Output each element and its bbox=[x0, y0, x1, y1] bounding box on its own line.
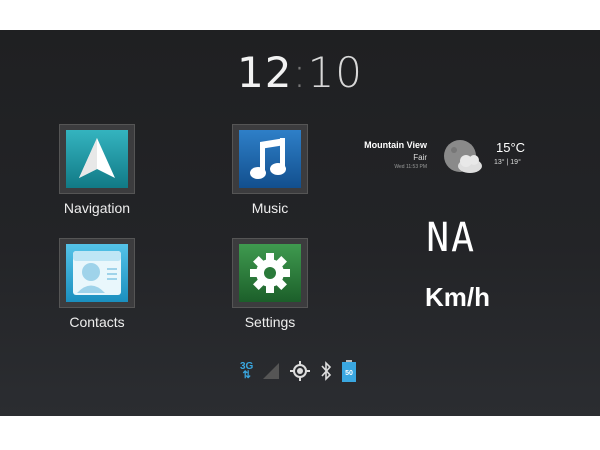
app-label-contacts: Contacts bbox=[69, 314, 125, 330]
contacts-card-icon bbox=[66, 244, 128, 302]
navigation-arrow-icon bbox=[66, 130, 128, 188]
weather-condition: Fair bbox=[413, 153, 427, 162]
weather-updated: Wed 11:53 PM bbox=[394, 164, 427, 170]
home-screen: 12:10 Navigation Music Contacts Settings… bbox=[0, 30, 600, 416]
weather-temperature: 15°C bbox=[496, 140, 526, 155]
app-contacts[interactable]: Contacts bbox=[32, 238, 162, 330]
app-tile bbox=[59, 238, 135, 308]
app-tile bbox=[59, 124, 135, 194]
clock-minutes: 10 bbox=[307, 48, 364, 97]
speed-value: NA bbox=[426, 215, 476, 261]
signal-icon bbox=[263, 363, 280, 379]
status-bar: 3G ⇅ 50 bbox=[240, 358, 357, 384]
app-label-music: Music bbox=[251, 200, 289, 216]
speed-unit: Km/h bbox=[425, 282, 490, 312]
bluetooth-icon bbox=[321, 361, 332, 381]
gear-icon bbox=[239, 244, 301, 302]
app-tile bbox=[232, 124, 308, 194]
music-note-icon bbox=[239, 130, 301, 188]
clock: 12:10 bbox=[0, 48, 600, 97]
weather-city: Mountain View bbox=[364, 140, 427, 150]
weather-range: 13° | 19° bbox=[494, 159, 521, 166]
app-navigation[interactable]: Navigation bbox=[32, 124, 162, 216]
app-label-settings: Settings bbox=[244, 314, 296, 330]
weather-widget[interactable]: Mountain View Fair Wed 11:53 PM 15°C 13°… bbox=[360, 138, 535, 178]
moon-cloud-icon bbox=[440, 136, 488, 184]
app-label-navigation: Navigation bbox=[63, 200, 131, 216]
clock-separator: : bbox=[292, 48, 308, 97]
battery-level: 50 bbox=[345, 370, 353, 377]
app-settings[interactable]: Settings bbox=[205, 238, 335, 330]
data-arrows-icon: ⇅ bbox=[242, 370, 251, 381]
app-music[interactable]: Music bbox=[205, 124, 335, 216]
network-indicator: 3G ⇅ bbox=[240, 362, 253, 381]
battery-icon: 50 bbox=[342, 360, 357, 382]
clock-hours: 12 bbox=[236, 48, 293, 97]
app-tile bbox=[232, 238, 308, 308]
gps-icon bbox=[290, 361, 311, 381]
